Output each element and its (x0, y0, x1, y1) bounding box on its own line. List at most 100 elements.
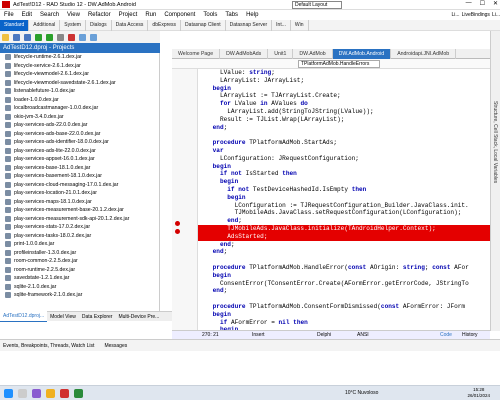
minimize-button[interactable]: — (466, 0, 472, 7)
project-file-item[interactable]: lifecycle-service-2.6.1.dex.jar (0, 62, 159, 71)
project-file-item[interactable]: play-services-location-21.0.1.dex.jar (0, 189, 159, 198)
menu-file[interactable]: File (0, 10, 18, 20)
structure-side-panel[interactable]: Structure, Cell Stack, Local Variables (490, 31, 500, 331)
code-line[interactable]: for LValue in AValues do (198, 100, 490, 108)
code-line[interactable]: LArrayList.add(StringToJString(LValue)); (198, 108, 490, 116)
save-icon[interactable] (13, 33, 20, 41)
code-line[interactable]: var (198, 147, 490, 155)
menu-refactor[interactable]: Refactor (84, 10, 115, 20)
code-line[interactable] (198, 131, 490, 139)
project-file-item[interactable]: play-services-measurement-sdk-api-20.1.2… (0, 215, 159, 224)
project-file-item[interactable]: localbroadcastmanager-1.0.0.dex.jar (0, 104, 159, 113)
code-line-highlighted[interactable]: TJMobileAds.JavaClass.initialize(TAndroi… (198, 225, 490, 233)
code-line[interactable] (198, 295, 490, 303)
menu-tabs[interactable]: Tabs (221, 10, 242, 20)
close-button[interactable]: ✕ (493, 0, 498, 7)
code-line[interactable]: TJMobileAds.JavaClass.setRequestConfigur… (198, 209, 490, 217)
project-file-item[interactable]: play-services-base-18.1.0.dex.jar (0, 164, 159, 173)
code-line[interactable]: procedure TPlatformAdMob.HandleError(con… (198, 264, 490, 272)
code-line[interactable]: if AFormError = nil then (198, 319, 490, 327)
step-over-icon[interactable] (79, 33, 86, 41)
tab-multi-device-preview[interactable]: Multi-Device Pre... (115, 312, 162, 322)
project-file-item[interactable]: play-services-ads-22.0.0.dex.jar (0, 121, 159, 130)
code-line[interactable]: end; (198, 241, 490, 249)
project-file-item[interactable]: play-services-cloud-messaging-17.0.1.dex… (0, 181, 159, 190)
tab-projects[interactable]: AdTestD12.dproj... (0, 311, 48, 322)
weather-widget[interactable]: 10°C Nuvoloso (345, 386, 378, 400)
palette-datasnap-client[interactable]: Datasnap Client (181, 19, 226, 31)
menu-help[interactable]: Help (242, 10, 262, 20)
code-line[interactable]: if not TestDeviceHashedId.IsEmpty then (198, 186, 490, 194)
palette-datasnap-server[interactable]: Datasnap Server (226, 19, 273, 31)
code-line[interactable]: begin (198, 194, 490, 202)
project-file-item[interactable]: play-services-ads-lite-22.0.0.dex.jar (0, 147, 159, 156)
code-editor[interactable]: LValue: string; LArrayList: JArrayList; … (198, 69, 490, 330)
method-navigator-dropdown[interactable]: TPlatformAdMob.HandleErrors (298, 60, 380, 68)
palette-system[interactable]: System (60, 19, 86, 31)
tab-dw-admob[interactable]: DW.AdMob (293, 48, 333, 59)
tab-model-view[interactable]: Model View (47, 312, 79, 322)
save-all-icon[interactable] (24, 33, 31, 41)
code-line[interactable]: end; (198, 287, 490, 295)
run-icon[interactable] (35, 33, 42, 41)
code-line[interactable]: LValue: string; (198, 69, 490, 77)
palette-win[interactable]: Win (291, 19, 309, 31)
project-file-item[interactable]: listenablefuture-1.0.dex.jar (0, 87, 159, 96)
project-file-item[interactable]: play-services-measurement-base-20.1.2.de… (0, 206, 159, 215)
code-line[interactable]: LConfiguration := TJRequestConfiguration… (198, 202, 490, 210)
code-line[interactable]: LArrayList: JArrayList; (198, 77, 490, 85)
code-line[interactable]: LConfiguration: JRequestConfiguration; (198, 155, 490, 163)
tab-dw-admob-android[interactable]: DW.AdMob.Android (332, 48, 392, 59)
palette-standard[interactable]: Standard (0, 19, 30, 31)
palette-dialogs[interactable]: Dialogs (86, 19, 112, 31)
code-line[interactable]: ConsentError(TConsentError.Create(AFormE… (198, 280, 490, 288)
menu-search[interactable]: Search (36, 10, 63, 20)
menu-component[interactable]: Component (160, 10, 199, 20)
code-line[interactable]: begin (198, 311, 490, 319)
project-file-item[interactable]: lifecycle-runtime-2.6.1.dex.jar (0, 53, 159, 62)
breakpoint-icon[interactable] (175, 229, 180, 234)
project-file-item[interactable]: sqlite-framework-2.1.0.dex.jar (0, 291, 159, 300)
maximize-button[interactable]: ☐ (480, 0, 485, 7)
breakpoint-icon[interactable] (175, 221, 180, 226)
project-file-item[interactable]: sqlite-2.1.0.dex.jar (0, 283, 159, 292)
palette-int[interactable]: Int... (272, 19, 291, 31)
rad-studio-taskbar-icon[interactable] (60, 389, 69, 398)
tab-unit1[interactable]: Unit1 (268, 48, 294, 59)
tab-dw-admobads[interactable]: DW.AdMobAds (220, 48, 269, 59)
palette-dbexpress[interactable]: dbExpress (148, 19, 182, 31)
project-file-item[interactable]: savedstate-1.2.1.dex.jar (0, 274, 159, 283)
system-clock[interactable]: 15:28 26/01/2024 (467, 387, 490, 399)
code-line[interactable]: end; (198, 248, 490, 256)
pause-icon[interactable] (57, 33, 64, 41)
code-line[interactable]: begin (198, 178, 490, 186)
menu-edit[interactable]: Edit (18, 10, 36, 20)
code-line-highlighted[interactable]: AdsStarted; (198, 232, 490, 241)
toolbar-li-1[interactable]: Li... (452, 10, 460, 20)
project-file-item[interactable]: play-services-ads-base-22.0.0.dex.jar (0, 130, 159, 139)
project-file-item[interactable]: play-services-ads-identifier-18.0.0.dex.… (0, 138, 159, 147)
code-line[interactable] (198, 256, 490, 264)
teams-icon[interactable] (32, 389, 41, 398)
code-line[interactable]: procedure TPlatformAdMob.StartAds; (198, 139, 490, 147)
menu-view[interactable]: View (63, 10, 84, 20)
project-file-item[interactable]: okio-jvm-3.4.0.dex.jar (0, 113, 159, 122)
code-line[interactable]: if not IsStarted then (198, 170, 490, 178)
project-file-item[interactable]: room-runtime-2.2.5.dex.jar (0, 266, 159, 275)
file-explorer-icon[interactable] (46, 389, 55, 398)
project-file-item[interactable]: room-common-2.2.5.dex.jar (0, 257, 159, 266)
layout-dropdown[interactable]: Default Layout (292, 1, 342, 9)
project-file-item[interactable]: loader-1.0.0.dex.jar (0, 96, 159, 105)
code-line[interactable]: LArrayList := TJArrayList.Create; (198, 92, 490, 100)
toolbar-li-2[interactable]: Li... (492, 10, 500, 20)
code-line[interactable]: end; (198, 124, 490, 132)
project-file-item[interactable]: play-services-stats-17.0.2.dex.jar (0, 223, 159, 232)
code-line[interactable]: end; (198, 217, 490, 225)
start-icon[interactable] (4, 389, 13, 398)
project-file-item[interactable]: play-services-tasks-18.0.2.dex.jar (0, 232, 159, 241)
menu-run[interactable]: Run (141, 10, 160, 20)
trace-into-icon[interactable] (90, 33, 97, 41)
run-without-debug-icon[interactable] (46, 33, 53, 41)
code-line[interactable]: Result := TJList.Wrap(LArrayList); (198, 116, 490, 124)
editor-gutter[interactable] (172, 69, 198, 330)
